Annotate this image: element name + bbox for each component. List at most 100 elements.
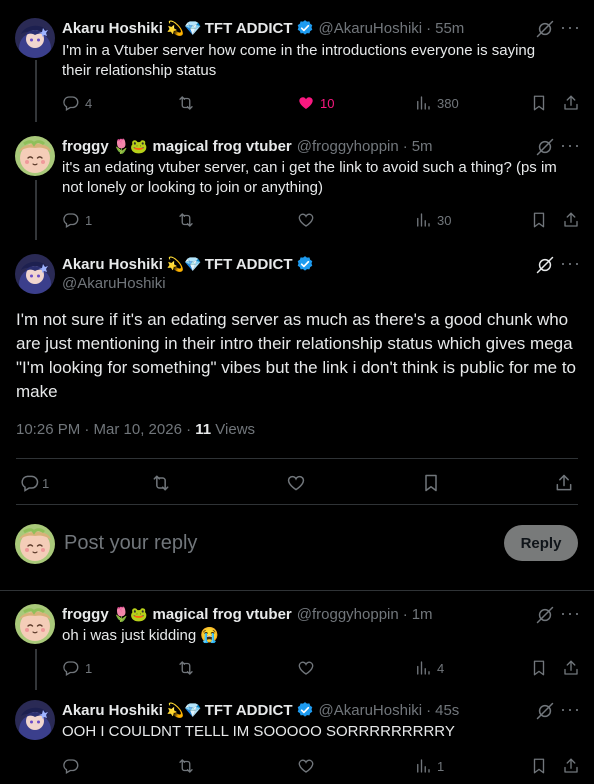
grok-icon[interactable] — [535, 701, 555, 721]
repost-button[interactable] — [151, 473, 171, 493]
separator: · — [402, 605, 408, 623]
avatar[interactable] — [15, 254, 55, 294]
share-button[interactable] — [562, 93, 580, 113]
views-button[interactable]: 1 — [414, 756, 444, 776]
verified-icon — [296, 701, 314, 719]
more-icon[interactable]: ··· — [560, 253, 580, 273]
bookmark-button[interactable] — [421, 473, 441, 493]
reply-count: 1 — [42, 475, 50, 491]
tweet-text: I'm in a Vtuber server how come in the i… — [62, 42, 536, 79]
like-button[interactable] — [297, 210, 315, 230]
repost-icon — [151, 473, 171, 493]
more-icon[interactable]: ··· — [560, 17, 580, 37]
name-emoji: 🌷🐸 — [112, 138, 148, 154]
repost-button[interactable] — [177, 93, 195, 113]
tweet-froggy-1[interactable]: froggy 🌷🐸 magical frog vtuber @froggyhop… — [0, 120, 594, 240]
bookmark-icon — [530, 211, 548, 229]
handle[interactable]: @AkaruHoshiki — [62, 275, 166, 292]
display-name-tag[interactable]: TFT ADDICT — [205, 20, 293, 37]
name-emoji: 💫💎 — [166, 20, 202, 36]
grok-icon[interactable] — [535, 255, 555, 275]
views-button[interactable]: 4 — [414, 658, 444, 678]
like-count: 10 — [320, 95, 335, 111]
tweet-akaru-1[interactable]: Akaru Hoshiki 💫💎 TFT ADDICT @AkaruHoshik… — [0, 0, 594, 122]
display-name-tag[interactable]: TFT ADDICT — [205, 256, 293, 273]
handle[interactable]: @AkaruHoshiki — [319, 20, 423, 37]
more-icon[interactable]: ··· — [560, 135, 580, 155]
repost-icon — [177, 659, 195, 677]
bookmark-button[interactable] — [530, 756, 548, 776]
reply-akaru[interactable]: Akaru Hoshiki 💫💎 TFT ADDICT @AkaruHoshik… — [0, 688, 594, 784]
display-name-tag[interactable]: magical frog vtuber — [153, 606, 292, 623]
timestamp[interactable]: 45s — [435, 702, 459, 719]
tweet-text: OOH I COULDNT TELLL IM SOOOOO SORRRRRRRR… — [62, 723, 455, 740]
verified-icon — [296, 19, 314, 37]
main-tweet: Akaru Hoshiki 💫💎 TFT ADDICT @AkaruHoshik… — [0, 238, 594, 505]
bookmark-icon — [530, 757, 548, 775]
avatar[interactable] — [15, 700, 55, 740]
bookmark-button[interactable] — [530, 658, 548, 678]
reply-button[interactable]: 1 — [20, 473, 49, 493]
avatar[interactable] — [15, 18, 55, 58]
timestamp[interactable]: 5m — [412, 138, 433, 155]
timestamp[interactable]: 1m — [412, 606, 433, 623]
share-button[interactable] — [562, 210, 580, 230]
reply-button[interactable]: 1 — [62, 658, 92, 678]
reply-button[interactable] — [62, 756, 80, 776]
thread-line — [35, 180, 37, 240]
display-name[interactable]: froggy — [62, 138, 109, 155]
reply-submit-button[interactable]: Reply — [504, 525, 578, 561]
avatar[interactable] — [15, 136, 55, 176]
reply-button[interactable]: 1 — [62, 210, 92, 230]
handle[interactable]: @froggyhoppin — [297, 138, 399, 155]
display-name-tag[interactable]: TFT ADDICT — [205, 702, 293, 719]
display-name[interactable]: Akaru Hoshiki — [62, 702, 163, 719]
display-name[interactable]: Akaru Hoshiki — [62, 20, 163, 37]
share-icon — [562, 659, 580, 677]
reply-button[interactable]: 4 — [62, 93, 92, 113]
reply-input[interactable]: Post your reply — [64, 532, 197, 555]
like-button[interactable] — [297, 658, 315, 678]
display-name-tag[interactable]: magical frog vtuber — [153, 138, 292, 155]
repost-icon — [177, 757, 195, 775]
reply-count: 1 — [85, 660, 93, 676]
share-icon — [562, 211, 580, 229]
display-name[interactable]: Akaru Hoshiki — [62, 256, 163, 273]
views-button[interactable]: 380 — [414, 93, 459, 113]
bookmark-button[interactable] — [530, 210, 548, 230]
handle[interactable]: @froggyhoppin — [297, 606, 399, 623]
more-icon[interactable]: ··· — [560, 603, 580, 623]
reply-froggy[interactable]: froggy 🌷🐸 magical frog vtuber @froggyhop… — [0, 591, 594, 690]
repost-button[interactable] — [177, 756, 195, 776]
views-icon — [414, 757, 432, 775]
display-name-row[interactable]: Akaru Hoshiki 💫💎 TFT ADDICT — [62, 254, 314, 274]
name-emoji: 💫💎 — [166, 702, 202, 718]
handle[interactable]: @AkaruHoshiki — [319, 702, 423, 719]
separator: · — [426, 701, 432, 719]
share-button[interactable] — [562, 756, 580, 776]
grok-icon[interactable] — [535, 137, 555, 157]
post-timestamp[interactable]: 10:26 PM · Mar 10, 2026 · — [16, 421, 195, 438]
like-button[interactable]: 10 — [297, 93, 334, 113]
like-button[interactable] — [286, 473, 306, 493]
share-button[interactable] — [562, 658, 580, 678]
reply-icon — [62, 94, 80, 112]
repost-button[interactable] — [177, 210, 195, 230]
share-button[interactable] — [554, 473, 574, 493]
display-name[interactable]: froggy — [62, 606, 109, 623]
separator: · — [426, 19, 432, 37]
avatar[interactable] — [15, 524, 55, 564]
grok-icon[interactable] — [535, 605, 555, 625]
avatar[interactable] — [15, 604, 55, 644]
bookmark-button[interactable] — [530, 93, 548, 113]
timestamp[interactable]: 55m — [435, 20, 464, 37]
views-button[interactable]: 30 — [414, 210, 451, 230]
like-button[interactable] — [297, 756, 315, 776]
like-icon — [297, 659, 315, 677]
reply-icon — [20, 473, 40, 493]
tweet-text: it's an edating vtuber server, can i get… — [62, 159, 557, 196]
grok-icon[interactable] — [535, 19, 555, 39]
views-label: Views — [211, 421, 256, 438]
repost-button[interactable] — [177, 658, 195, 678]
more-icon[interactable]: ··· — [560, 699, 580, 719]
